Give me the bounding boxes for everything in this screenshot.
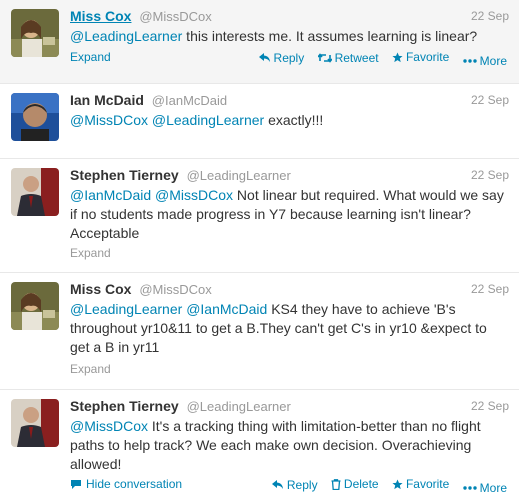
tweet-text: @LeadingLearner @IanMcDaid KS4 they have…: [70, 300, 507, 357]
tweet-actions: Reply Retweet Favorite More: [249, 50, 507, 68]
avatar[interactable]: [11, 9, 59, 57]
author-handle[interactable]: @IanMcDaid: [152, 93, 227, 108]
retweet-icon: [317, 52, 332, 63]
mention-link[interactable]: @MissDCox: [155, 187, 233, 203]
favorite-label: Favorite: [405, 50, 450, 64]
reply-icon: [271, 479, 283, 489]
reply-button[interactable]: Reply: [271, 477, 318, 492]
mention-link[interactable]: @MissDCox: [70, 418, 148, 434]
tweet-actions: Reply Delete Favorite More: [262, 477, 507, 495]
more-button[interactable]: More: [462, 53, 507, 68]
more-icon: [462, 58, 477, 63]
more-button[interactable]: More: [462, 480, 507, 495]
author-name[interactable]: Stephen Tierney: [70, 398, 179, 414]
retweet-button[interactable]: Retweet: [317, 50, 379, 65]
mention-link[interactable]: @IanMcDaid: [186, 301, 267, 317]
reply-label: Reply: [286, 477, 318, 492]
reply-label: Reply: [273, 50, 305, 65]
favorite-label: Favorite: [405, 477, 450, 491]
conversation-icon: [71, 479, 81, 489]
star-icon: [392, 478, 403, 489]
tweet-text: @IanMcDaid @MissDCox Not linear but requ…: [70, 186, 507, 243]
tweet-text: @LeadingLearner this interests me. It as…: [70, 27, 507, 46]
timestamp[interactable]: 22 Sep: [471, 282, 509, 296]
star-icon: [392, 51, 403, 62]
expand-link[interactable]: Expand: [70, 50, 111, 64]
author-handle[interactable]: @MissDCox: [139, 282, 211, 297]
timestamp[interactable]: 22 Sep: [471, 168, 509, 182]
tweet-header: Ian McDaid @IanMcDaid 22 Sep: [70, 92, 509, 110]
avatar[interactable]: [11, 168, 59, 216]
tweet-body: this interests me. It assumes learning i…: [182, 28, 478, 44]
mention-link[interactable]: @IanMcDaid: [70, 187, 151, 203]
tweet-header: Miss Cox @MissDCox 22 Sep: [70, 8, 509, 26]
timestamp[interactable]: 22 Sep: [471, 93, 509, 107]
favorite-button[interactable]: Favorite: [392, 50, 449, 64]
mention-link[interactable]: @MissDCox: [70, 112, 148, 128]
hide-conversation-label: Hide conversation: [86, 477, 183, 491]
author-name[interactable]: Miss Cox: [70, 8, 131, 24]
conversation-timeline: Miss Cox @MissDCox 22 Sep @LeadingLearne…: [0, 0, 519, 499]
delete-label: Delete: [343, 477, 379, 491]
tweet[interactable]: Miss Cox @MissDCox 22 Sep @LeadingLearne…: [0, 0, 519, 84]
tweet[interactable]: Ian McDaid @IanMcDaid 22 Sep @MissDCox @…: [0, 84, 519, 159]
tweet-header: Stephen Tierney @LeadingLearner 22 Sep: [70, 167, 509, 185]
avatar[interactable]: [11, 282, 59, 330]
expand-link[interactable]: Expand: [70, 362, 111, 376]
timestamp[interactable]: 22 Sep: [471, 9, 509, 23]
mention-link[interactable]: @LeadingLearner: [152, 112, 264, 128]
tweet[interactable]: Stephen Tierney @LeadingLearner 22 Sep @…: [0, 159, 519, 273]
author-handle[interactable]: @LeadingLearner: [187, 399, 291, 414]
author-name[interactable]: Miss Cox: [70, 281, 131, 297]
more-label: More: [479, 53, 507, 68]
trash-icon: [331, 478, 341, 490]
tweet-header: Stephen Tierney @LeadingLearner 22 Sep: [70, 398, 509, 416]
expand-link[interactable]: Expand: [70, 246, 111, 260]
more-icon: [462, 485, 477, 490]
timestamp[interactable]: 22 Sep: [471, 399, 509, 413]
mention-link[interactable]: @LeadingLearner: [70, 28, 182, 44]
tweet[interactable]: Miss Cox @MissDCox 22 Sep @LeadingLearne…: [0, 273, 519, 390]
author-handle[interactable]: @LeadingLearner: [187, 168, 291, 183]
tweet-body: exactly!!!: [264, 112, 324, 128]
more-label: More: [479, 480, 507, 495]
author-name[interactable]: Ian McDaid: [70, 92, 144, 108]
tweet-text: @MissDCox It's a tracking thing with lim…: [70, 417, 507, 474]
avatar[interactable]: [11, 93, 59, 141]
reply-button[interactable]: Reply: [258, 50, 305, 65]
delete-button[interactable]: Delete: [331, 477, 379, 491]
author-name[interactable]: Stephen Tierney: [70, 167, 179, 183]
mention-link[interactable]: @LeadingLearner: [70, 301, 182, 317]
author-handle[interactable]: @MissDCox: [139, 9, 211, 24]
hide-conversation-link[interactable]: Hide conversation: [70, 477, 182, 491]
tweet[interactable]: Stephen Tierney @LeadingLearner 22 Sep @…: [0, 390, 519, 499]
retweet-label: Retweet: [334, 50, 379, 65]
favorite-button[interactable]: Favorite: [392, 477, 449, 491]
avatar[interactable]: [11, 399, 59, 447]
tweet-header: Miss Cox @MissDCox 22 Sep: [70, 281, 509, 299]
tweet-text: @MissDCox @LeadingLearner exactly!!!: [70, 111, 507, 130]
reply-icon: [258, 52, 270, 62]
